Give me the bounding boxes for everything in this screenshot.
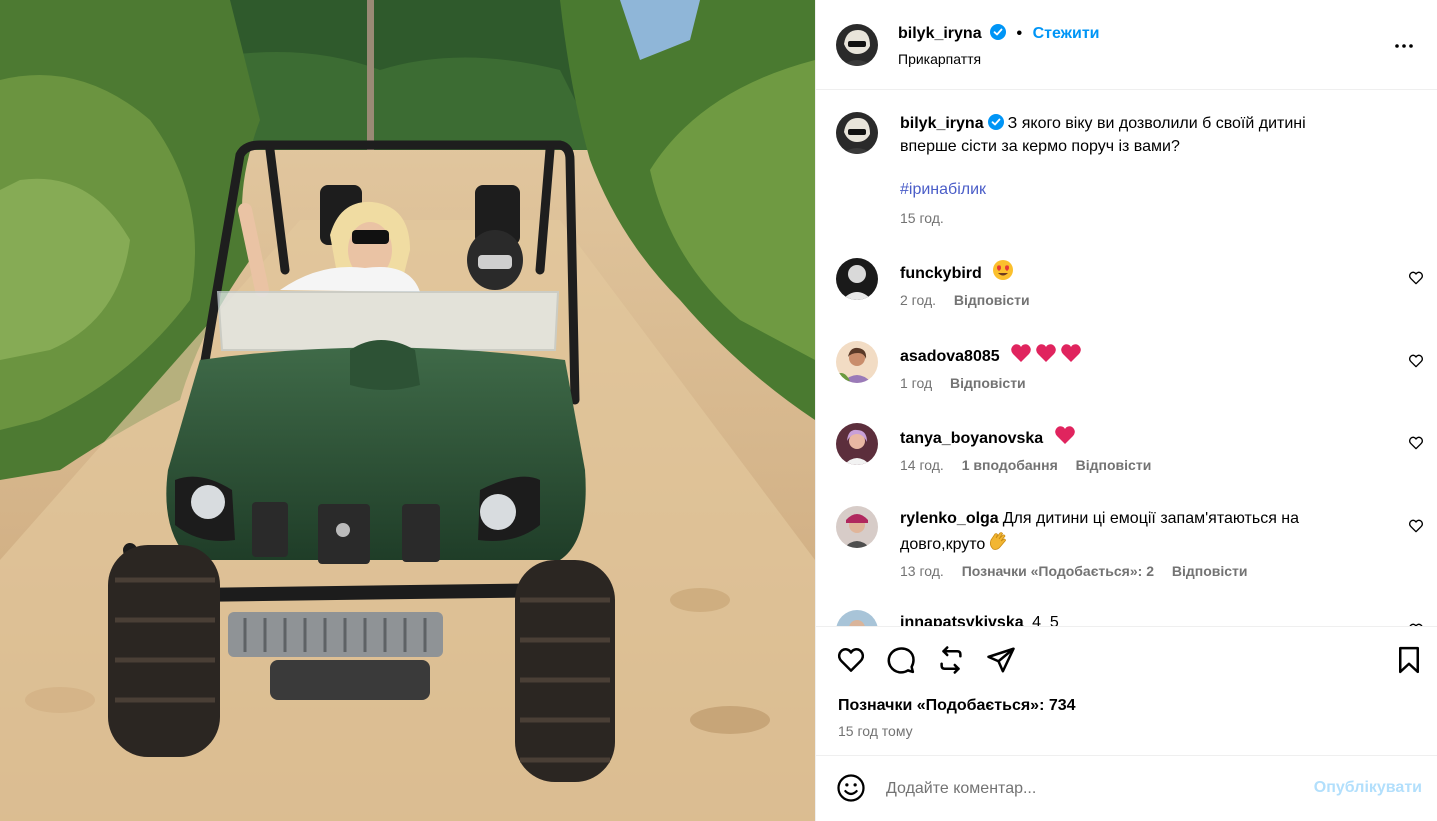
caption-username[interactable]: bilyk_iryna (900, 115, 984, 132)
comment-avatar[interactable] (836, 610, 878, 626)
comment-username[interactable]: innapatsykivska (900, 614, 1024, 626)
post-header: bilyk_iryna • Стежити Прикарпаття (816, 0, 1437, 90)
comment-time[interactable]: 14 год. (900, 457, 944, 473)
comment-composer: Опублікувати (816, 757, 1437, 821)
heart-icon[interactable] (836, 645, 866, 675)
post-location[interactable]: Прикарпаття (898, 51, 981, 67)
comment-avatar[interactable] (836, 258, 878, 300)
hashtag-link[interactable]: #іринабілик (900, 181, 986, 198)
share-icon[interactable] (986, 645, 1016, 675)
author-avatar[interactable] (836, 24, 878, 66)
comments-list[interactable]: bilyk_iryna З якого віку ви дозволили б с… (816, 90, 1437, 626)
comment-like-icon[interactable] (1408, 353, 1424, 369)
clap-emoji-icon (990, 532, 1007, 550)
reply-button[interactable]: Відповісти (950, 375, 1026, 391)
comment-icon[interactable] (886, 645, 916, 675)
comment-like-icon[interactable] (1408, 435, 1424, 451)
post-sidebar: bilyk_iryna • Стежити Прикарпаття bilyk_… (815, 0, 1437, 821)
comment-input[interactable] (886, 775, 1286, 803)
comment-likes-count[interactable]: 1 вподобання (962, 457, 1058, 473)
reply-button[interactable]: Відповісти (1076, 457, 1152, 473)
heart-emoji-icon (1054, 426, 1075, 444)
comment-likes-count[interactable]: Позначки «Подобається»: 2 (962, 563, 1154, 579)
author-username[interactable]: bilyk_iryna (898, 25, 982, 42)
reply-button[interactable]: Відповісти (954, 292, 1030, 308)
follow-button[interactable]: Стежити (1033, 25, 1100, 42)
post-photo[interactable] (0, 0, 815, 821)
repost-icon[interactable] (936, 645, 966, 675)
comment-avatar[interactable] (836, 341, 878, 383)
comment-time[interactable]: 1 год (900, 375, 932, 391)
publish-button[interactable]: Опублікувати (1314, 779, 1422, 797)
reply-button[interactable]: Відповісти (1172, 563, 1248, 579)
heart-eyes-emoji-icon (993, 260, 1014, 280)
emoji-picker-icon[interactable] (836, 773, 866, 803)
post-actions: Позначки «Подобається»: 734 15 год тому (816, 626, 1437, 756)
caption-time[interactable]: 15 год. (900, 210, 944, 226)
three-hearts-emoji-icon (1011, 344, 1081, 362)
comment-username[interactable]: rylenko_olga (900, 510, 999, 527)
comment-avatar[interactable] (836, 506, 878, 548)
comment-avatar[interactable] (836, 423, 878, 465)
separator-dot: • (1016, 25, 1023, 42)
utv-photo-illustration (0, 0, 815, 821)
post-timestamp[interactable]: 15 год тому (838, 723, 913, 739)
more-options-icon[interactable] (1392, 34, 1416, 58)
post-likes-count[interactable]: Позначки «Подобається»: 734 (838, 697, 1076, 715)
comment-username[interactable]: tanya_boyanovska (900, 430, 1043, 447)
bookmark-icon[interactable] (1394, 645, 1424, 675)
verified-badge-icon (987, 114, 1004, 130)
comment-time[interactable]: 13 год. (900, 563, 944, 579)
caption-avatar[interactable] (836, 112, 878, 154)
comment-time[interactable]: 2 год. (900, 292, 936, 308)
comment-text: 4_5 (1032, 614, 1059, 626)
comment-username[interactable]: asadova8085 (900, 348, 1000, 365)
verified-badge-icon (990, 24, 1007, 40)
comment-like-icon[interactable] (1408, 518, 1424, 534)
comment-username[interactable]: funckybird (900, 265, 982, 282)
comment-like-icon[interactable] (1408, 270, 1424, 286)
